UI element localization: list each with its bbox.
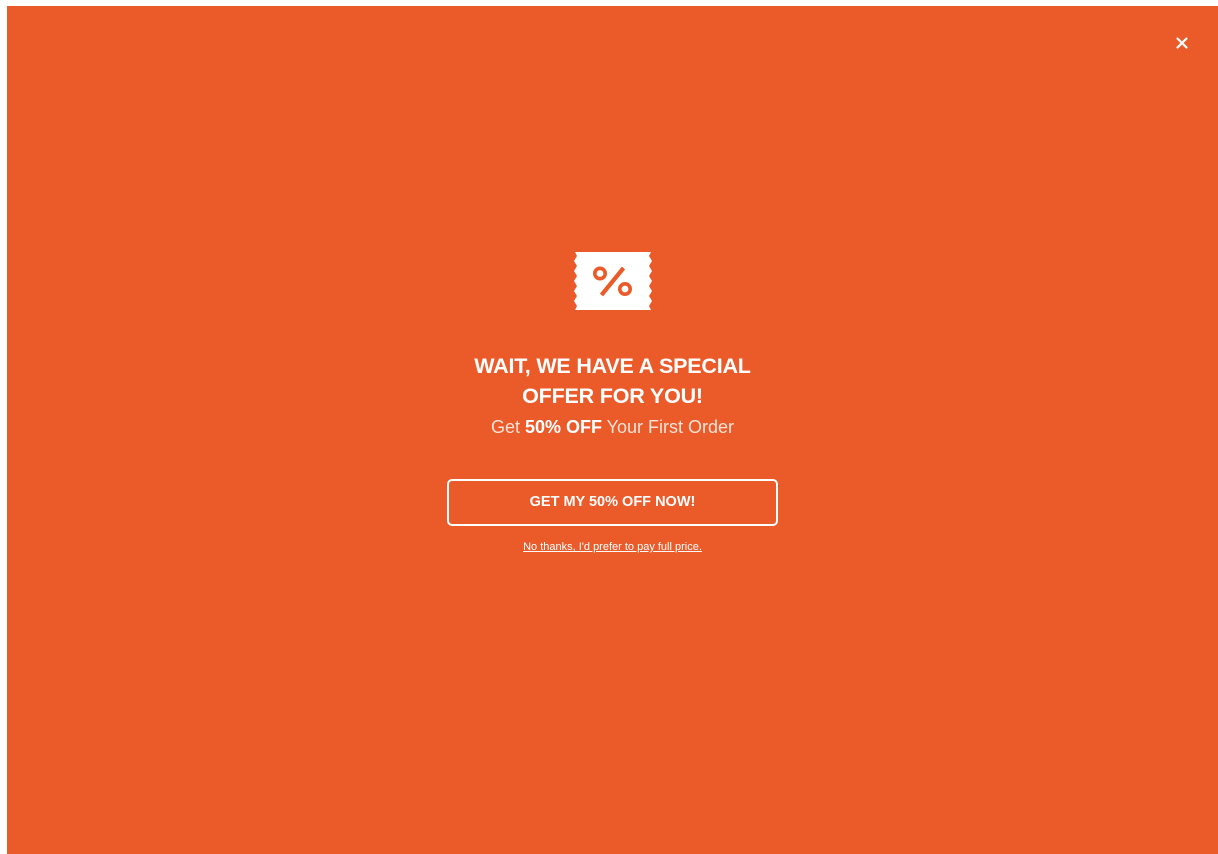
close-button[interactable]	[1170, 31, 1194, 55]
headline-line-1: WAIT, WE HAVE A SPECIAL	[474, 354, 751, 378]
offer-popup-overlay: WAIT, WE HAVE A SPECIAL OFFER FOR YOU! G…	[7, 6, 1218, 854]
offer-subline: Get 50% OFF Your First Order	[7, 413, 1218, 441]
offer-headline: WAIT, WE HAVE A SPECIAL OFFER FOR YOU!	[433, 351, 793, 411]
headline-line-2: OFFER FOR YOU!	[522, 384, 703, 408]
percent-coupon-icon	[573, 252, 652, 310]
decline-offer-link[interactable]: No thanks, I'd prefer to pay full price.	[523, 541, 702, 553]
close-icon[interactable]	[1170, 31, 1194, 55]
get-discount-button[interactable]: GET MY 50% OFF NOW!	[447, 479, 778, 526]
subline-suffix: Your First Order	[602, 417, 735, 437]
subline-prefix: Get	[490, 417, 525, 437]
subline-discount: 50% OFF	[524, 417, 602, 437]
offer-content: WAIT, WE HAVE A SPECIAL OFFER FOR YOU! G…	[7, 252, 1218, 555]
